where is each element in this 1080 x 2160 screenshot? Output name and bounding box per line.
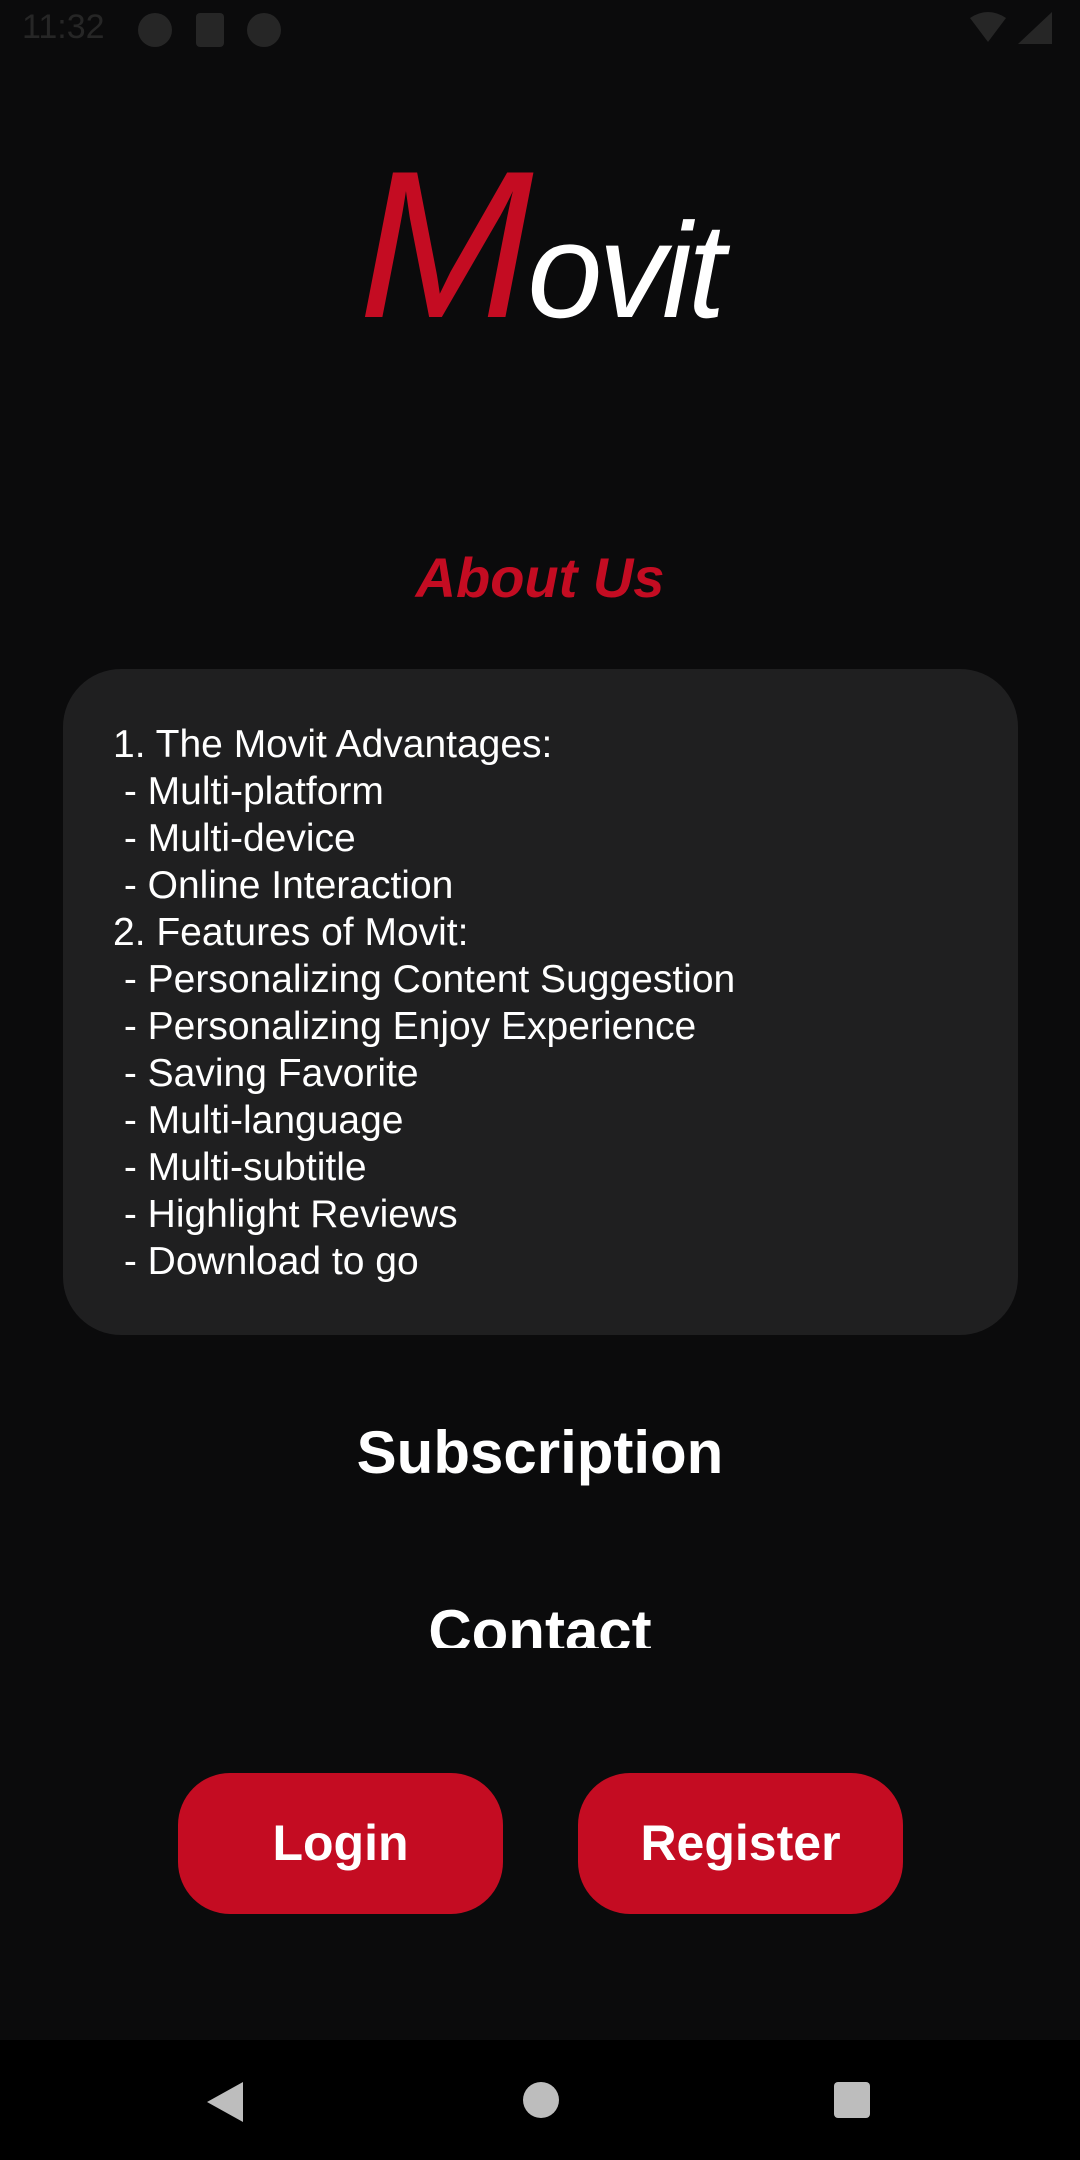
logo-wordmark: Movit (358, 140, 725, 350)
screen: 11:32 Movit About Us 1. The Movit Advant… (0, 0, 1080, 2160)
about-line: - Download to go (113, 1240, 419, 1283)
contact-link[interactable]: Contact (0, 1596, 1080, 1648)
about-line: - Online Interaction (113, 864, 454, 907)
system-nav-bar (0, 2040, 1080, 2160)
logo-rest: ovit (527, 195, 725, 346)
about-line: - Multi-subtitle (113, 1146, 367, 1189)
home-icon[interactable] (523, 2082, 559, 2118)
about-line: - Personalizing Enjoy Experience (113, 1005, 697, 1048)
about-title: About Us (415, 546, 665, 609)
sd-card-icon (196, 13, 224, 47)
register-button[interactable]: Register (578, 1773, 903, 1914)
recents-icon[interactable] (834, 2082, 870, 2118)
about-line: - Personalizing Content Suggestion (113, 958, 736, 1001)
about-line: - Saving Favorite (113, 1052, 419, 1095)
about-line: 1. The Movit Advantages: (113, 723, 553, 766)
about-card: 1. The Movit Advantages: - Multi-platfor… (63, 669, 1018, 1335)
about-line: - Multi-device (113, 817, 356, 860)
logo-first-letter: M (358, 127, 533, 362)
notification-a-icon (138, 13, 172, 47)
status-time: 11:32 (22, 8, 105, 46)
status-right-icons (968, 10, 1058, 50)
about-line: 2. Features of Movit: (113, 911, 469, 954)
about-line: - Multi-language (113, 1099, 404, 1142)
about-line: - Highlight Reviews (113, 1193, 458, 1236)
status-bar: 11:32 (0, 0, 1080, 60)
subscription-link[interactable]: Subscription (0, 1418, 1080, 1487)
notification-p-icon (247, 13, 281, 47)
app-logo: Movit (0, 140, 1080, 350)
back-icon[interactable] (207, 2082, 243, 2122)
login-button[interactable]: Login (178, 1773, 503, 1914)
wifi-icon (970, 12, 1052, 44)
about-line: - Multi-platform (113, 770, 384, 813)
